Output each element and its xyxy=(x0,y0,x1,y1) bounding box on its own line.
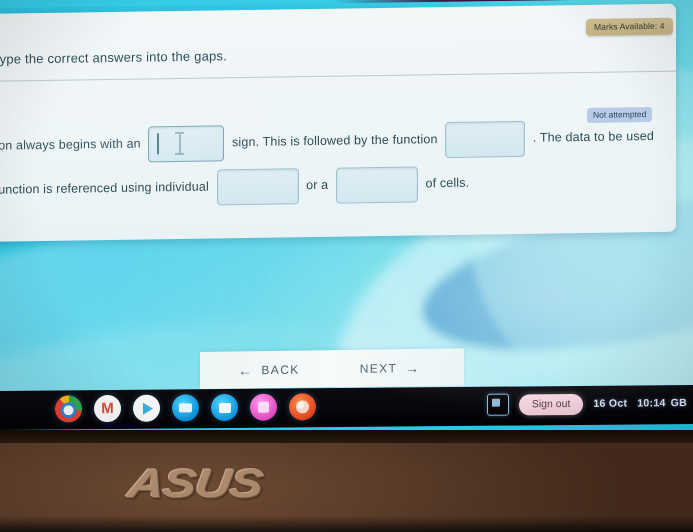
question-prompt-text: Type the correct answers into the gaps. xyxy=(0,48,227,67)
screenshot-icon[interactable] xyxy=(486,393,509,416)
video-app-icon[interactable] xyxy=(172,394,199,422)
camera-app-icon[interactable] xyxy=(211,393,238,422)
text-caret xyxy=(157,132,159,155)
browser-app-icon[interactable] xyxy=(289,393,316,421)
marks-available-badge: Marks Available: 4 xyxy=(586,17,673,36)
card-divider xyxy=(0,70,676,82)
quiz-question-card: Marks Available: 4 2.Type the correct an… xyxy=(0,3,676,242)
back-button-label: BACK xyxy=(261,362,300,377)
shelf-locale: GB xyxy=(670,397,687,410)
asus-brand-logo: ASUS xyxy=(125,462,265,506)
gap-2-function-name[interactable] xyxy=(445,120,526,158)
sentence-part-6: of cells. xyxy=(425,175,470,191)
next-button-label: NEXT xyxy=(359,360,398,376)
arrow-left-icon: ← xyxy=(238,361,254,378)
sentence-part-2: sign. This is followed by the function xyxy=(232,132,438,150)
gap-fill-sentence: A function always begins with an sign. T… xyxy=(0,114,656,212)
next-button[interactable]: NEXT → xyxy=(360,359,421,376)
gap-3-cell[interactable] xyxy=(216,167,299,206)
chromeos-shelf: Sign out 16 Oct 10:14 GB xyxy=(0,384,693,430)
quiz-navigation-bar: ← BACK NEXT → xyxy=(200,348,464,389)
sentence-part-5: or a xyxy=(306,177,329,193)
bezel-top-strip xyxy=(0,430,693,443)
sentence-part-3: . The data to be used xyxy=(532,128,654,145)
shelf-clock[interactable]: 10:14 GB xyxy=(637,397,687,409)
shelf-time: 10:14 xyxy=(637,397,666,410)
sentence-part-1: A function always begins with an xyxy=(0,136,141,154)
shelf-date[interactable]: 16 Oct xyxy=(593,398,627,410)
ibeam-cursor xyxy=(175,132,184,155)
gap-1-equals-sign[interactable] xyxy=(148,125,225,163)
back-button[interactable]: ← BACK xyxy=(238,361,300,378)
question-prompt: 2.Type the correct answers into the gaps… xyxy=(0,44,536,67)
gap-4-range[interactable] xyxy=(335,166,418,204)
bezel-bottom-shadow xyxy=(0,516,693,532)
shelf-app-icons xyxy=(55,393,316,423)
play-store-icon[interactable] xyxy=(133,394,160,422)
arrow-right-icon: → xyxy=(405,359,421,376)
shelf-status-area: Sign out 16 Oct 10:14 GB xyxy=(486,392,687,416)
gmail-icon[interactable] xyxy=(94,394,121,423)
chrome-icon[interactable] xyxy=(55,395,82,423)
photo-of-laptop-screen: Marks Available: 4 2.Type the correct an… xyxy=(0,0,693,532)
sign-out-button[interactable]: Sign out xyxy=(518,393,584,415)
music-app-icon[interactable] xyxy=(250,393,277,421)
sentence-part-4: by the function is referenced using indi… xyxy=(0,179,209,198)
chromebook-screen: Marks Available: 4 2.Type the correct an… xyxy=(0,0,693,430)
